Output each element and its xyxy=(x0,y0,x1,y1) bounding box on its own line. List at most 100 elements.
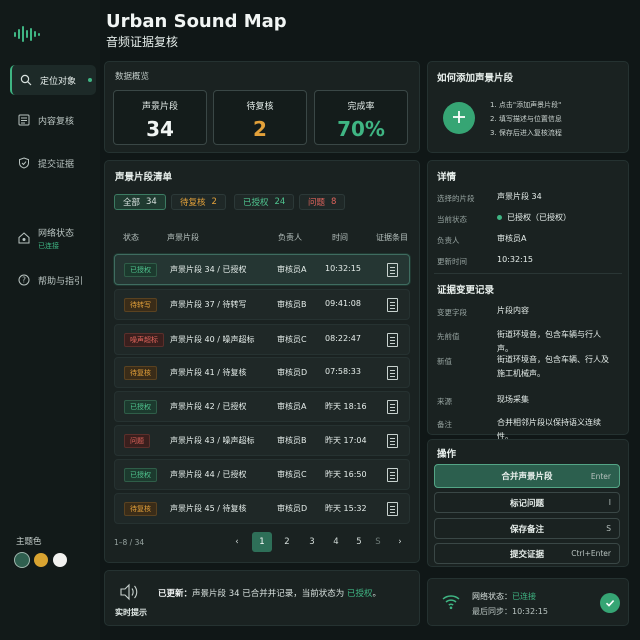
sidebar-item-help[interactable]: ? 帮助与指引 xyxy=(10,265,96,295)
segment-name: 声景片段 43 / 噪声超标 xyxy=(170,436,255,445)
detail-value: 已授权（已授权） xyxy=(507,213,571,222)
sidebar-item-network[interactable]: 网络状态 已连接 xyxy=(10,221,96,255)
sidebar-item-label: 定位对象 xyxy=(40,76,77,87)
owner: 审核员C xyxy=(277,335,307,344)
status-badge: 已授权 xyxy=(124,263,157,277)
status-dot xyxy=(497,215,502,220)
document-icon[interactable] xyxy=(387,298,398,312)
sidebar-item-review[interactable]: 内容复核 xyxy=(10,105,96,135)
sidebar-item-label: 内容复核 xyxy=(38,116,75,127)
merge-segment-button[interactable]: 合并声景片段 Enter xyxy=(434,464,620,488)
save-note-button[interactable]: 保存备注 S xyxy=(434,518,620,539)
column-header-owner: 负责人 xyxy=(278,233,302,242)
time: 09:41:08 xyxy=(325,299,361,308)
stat-value: 34 xyxy=(146,117,174,141)
stat-label: 待复核 xyxy=(246,102,274,112)
status-badge: 噪声超标 xyxy=(124,333,164,347)
owner: 审核员D xyxy=(277,504,308,513)
change-key: 变更字段 xyxy=(437,308,467,317)
filter-count: 2 xyxy=(211,197,217,207)
sync-time: 10:32:15 xyxy=(512,607,548,616)
howto-title: 如何添加声景片段 xyxy=(437,73,514,84)
table-row[interactable]: 已授权 声景片段 44 / 已授权 审核员C 昨天 16:50 xyxy=(114,459,410,490)
flag-issue-button[interactable]: 标记问题 I xyxy=(434,492,620,513)
document-icon[interactable] xyxy=(387,468,398,482)
owner: 审核员A xyxy=(277,402,307,411)
changes-title: 证据变更记录 xyxy=(437,285,495,296)
check-icon xyxy=(600,593,620,613)
page-1-button[interactable]: 1 xyxy=(252,532,272,552)
table-row[interactable]: 待复核 声景片段 45 / 待复核 审核员D 昨天 15:32 xyxy=(114,493,410,524)
shortcut-hint: Enter xyxy=(590,471,611,481)
status-badge: 已授权 xyxy=(124,468,157,482)
filter-label: 全部 xyxy=(123,198,141,208)
network-label: 网络状态： xyxy=(472,592,512,601)
detail-value: 声景片段 34 xyxy=(497,192,542,201)
filter-authorized[interactable]: 已授权 24 xyxy=(234,194,295,210)
submit-evidence-button[interactable]: 提交证据 Ctrl+Enter xyxy=(434,543,620,564)
segment-name: 声景片段 45 / 待复核 xyxy=(170,504,247,513)
sidebar-item-locate[interactable]: 定位对象 xyxy=(10,65,96,95)
toast-suffix: 。 xyxy=(372,589,381,599)
column-header-segment: 声景片段 xyxy=(167,233,199,242)
owner: 审核员B xyxy=(277,300,307,309)
theme-swatch-gold[interactable] xyxy=(34,553,48,567)
owner: 审核员C xyxy=(277,470,307,479)
document-icon[interactable] xyxy=(387,434,398,448)
toast-prefix: 已更新： xyxy=(158,589,193,599)
filter-pending[interactable]: 待复核 2 xyxy=(171,194,226,210)
sidebar-item-label: 提交证据 xyxy=(38,159,75,170)
add-segment-button[interactable] xyxy=(443,102,475,134)
document-icon[interactable] xyxy=(387,366,398,380)
overview-title: 数据概览 xyxy=(115,72,150,82)
network-status-sub: 已连接 xyxy=(38,241,59,250)
filter-all[interactable]: 全部 34 xyxy=(114,194,166,210)
page-range: 1–8 / 34 xyxy=(114,538,145,547)
detail-key: 当前状态 xyxy=(437,215,467,224)
sidebar-item-submit[interactable]: 提交证据 xyxy=(10,148,96,178)
page-s-button[interactable]: S xyxy=(368,532,388,552)
table-row[interactable]: 问题 声景片段 43 / 噪声超标 审核员B 昨天 17:04 xyxy=(114,425,410,456)
speaker-icon xyxy=(119,583,139,604)
stat-label: 声景片段 xyxy=(141,102,178,112)
page-5-button[interactable]: 5 xyxy=(349,532,369,552)
table-row[interactable]: 已授权 声景片段 42 / 已授权 审核员A 昨天 18:16 xyxy=(114,391,410,422)
time: 昨天 15:32 xyxy=(325,504,367,513)
toast-message: 已更新：声景片段 34 已合并并记录，当前状态为 已授权。 xyxy=(158,587,381,599)
page-3-button[interactable]: 3 xyxy=(302,532,322,552)
document-icon[interactable] xyxy=(387,502,398,516)
change-value: 片段内容 xyxy=(497,306,529,315)
shortcut-hint: Ctrl+Enter xyxy=(571,549,611,558)
howto-steps: 1. 点击"添加声景片段" 2. 填写描述与位置信息 3. 保存后进入复核流程 xyxy=(490,98,562,140)
filter-count: 24 xyxy=(274,197,286,207)
prev-page-button[interactable]: ‹ xyxy=(227,532,247,552)
table-row[interactable]: 噪声超标 声景片段 40 / 噪声超标 审核员C 08:22:47 xyxy=(114,324,410,355)
time: 昨天 18:16 xyxy=(325,402,367,411)
time: 昨天 17:04 xyxy=(325,436,367,445)
stat-completion: 完成率 70% xyxy=(314,90,408,145)
document-icon[interactable] xyxy=(387,263,398,277)
document-icon[interactable] xyxy=(387,333,398,347)
theme-swatch-white[interactable] xyxy=(53,553,67,567)
filter-issue[interactable]: 问题 8 xyxy=(299,194,346,210)
time: 10:32:15 xyxy=(325,264,361,273)
sidebar-item-label: 网络状态 xyxy=(38,228,75,239)
table-row[interactable]: 待转写 声景片段 37 / 待转写 审核员B 09:41:08 xyxy=(114,289,410,320)
owner: 审核员D xyxy=(277,368,308,377)
stat-pending: 待复核 2 xyxy=(213,90,307,145)
button-label: 标记问题 xyxy=(509,498,544,509)
help-icon: ? xyxy=(18,274,30,286)
table-row[interactable]: 已授权 声景片段 34 / 已授权 审核员A 10:32:15 xyxy=(114,254,410,285)
segment-name: 声景片段 37 / 待转写 xyxy=(170,300,247,309)
change-key: 先前值 xyxy=(437,332,460,341)
page-2-button[interactable]: 2 xyxy=(277,532,297,552)
stat-value: 70% xyxy=(337,117,385,141)
document-icon[interactable] xyxy=(387,400,398,414)
theme-swatch-green[interactable] xyxy=(15,553,29,567)
page-4-button[interactable]: 4 xyxy=(326,532,346,552)
sync-label: 最后同步： xyxy=(472,607,512,616)
stat-value: 2 xyxy=(253,117,267,141)
table-row[interactable]: 待复核 声景片段 41 / 待复核 审核员D 07:58:33 xyxy=(114,357,410,388)
next-page-button[interactable]: › xyxy=(390,532,410,552)
network-icon xyxy=(18,232,30,244)
